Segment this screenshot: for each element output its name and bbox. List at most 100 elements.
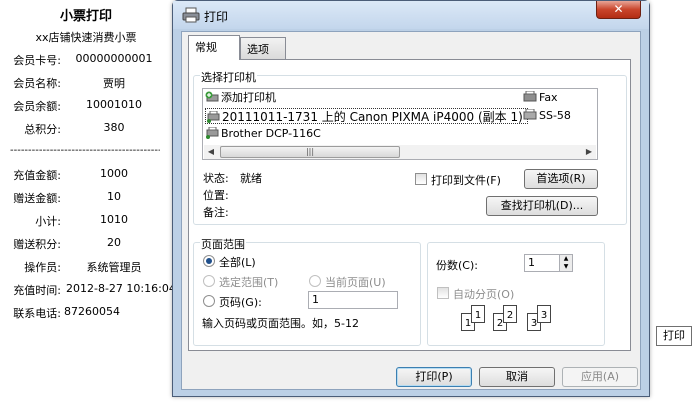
printer-item-fax[interactable]: Fax [523, 90, 558, 106]
select-printer-label: 选择打印机 [200, 69, 257, 85]
external-print-button[interactable]: 打印 [656, 326, 692, 346]
copies-stepper[interactable]: ▲ ▼ [559, 254, 573, 272]
printer-list[interactable]: 添加打印机 20111011-1731 上的 Canon PIXMA iP400… [202, 88, 598, 160]
receipt-label: 赠送金额: [13, 192, 61, 205]
arrow-up-icon[interactable]: ▲ [560, 255, 572, 263]
print-button[interactable]: 打印(P) [396, 367, 472, 387]
pages-input[interactable]: 1 [308, 291, 398, 309]
receipt-row-balance: 会员余额: 10001010 [0, 98, 172, 114]
receipt-row-subtotal: 小计: 1010 [0, 213, 172, 229]
receipt-value: 00000000001 [75, 52, 153, 65]
print-to-file-label: 打印到文件(F) [431, 174, 501, 187]
range-all-radio[interactable] [203, 255, 215, 267]
receipt-row-operator: 操作员: 系统管理员 [0, 259, 172, 275]
receipt-label: 充值时间: [13, 284, 61, 297]
dialog-title: 打印 [204, 10, 229, 24]
cancel-button[interactable]: 取消 [479, 367, 555, 387]
range-current-label: 当前页面(U) [325, 276, 386, 289]
page-range-group: 页面范围 全部(L) 选定范围(T) 当前页面(U) 页码(G): 1 输入页码… [193, 236, 421, 346]
general-tab-panel: 选择打印机 添加打印机 20111011-1731 上的 Canon PIXMA… [188, 59, 631, 351]
add-printer-icon [205, 91, 219, 102]
printer-item-canon[interactable]: 20111011-1731 上的 Canon PIXMA iP4000 (副本 … [205, 108, 528, 124]
receipt-row-name: 会员名称: 贾明 [0, 75, 172, 91]
comment-label: 备注: [203, 206, 229, 219]
receipt-label: 赠送积分: [13, 238, 61, 251]
receipt-value: 10001010 [86, 98, 142, 111]
range-current-radio[interactable] [309, 275, 321, 287]
collate-label: 自动分页(O) [453, 288, 515, 301]
scroll-right-icon[interactable]: ▶ [584, 147, 594, 157]
receipt-row-card: 会员卡号: 00000000001 [0, 52, 172, 68]
range-pages-label: 页码(G): [219, 296, 262, 309]
fax-icon [523, 91, 537, 102]
receipt-label: 联系电话: [13, 307, 61, 320]
printer-name: 20111011-1731 上的 Canon PIXMA iP4000 (副本 … [222, 110, 523, 124]
receipt-value: 1010 [100, 213, 128, 226]
tab-label: 常规 [195, 41, 217, 54]
receipt-row-points: 总积分: 380 [0, 121, 172, 137]
page-range-label: 页面范围 [200, 236, 246, 252]
range-hint: 输入页码或页面范围。如，5-12 [202, 317, 359, 330]
receipt-label: 操作员: [24, 261, 61, 274]
network-printer-icon [207, 111, 220, 123]
receipt-row-recharge: 充值金额: 1000 [0, 167, 172, 183]
receipt-label: 会员余额: [13, 100, 61, 113]
dialog-titlebar[interactable]: 打印 ✕ [173, 1, 649, 29]
tab-label: 选项 [247, 43, 269, 56]
scrollbar-thumb[interactable]: ||| [220, 146, 400, 158]
receipt-value: 贾明 [103, 77, 125, 90]
close-button[interactable]: ✕ [596, 1, 641, 19]
printer-icon [523, 109, 537, 120]
receipt-value: 87260054 [64, 305, 120, 318]
receipt-label: 总积分: [24, 123, 61, 136]
receipt-label: 充值金额: [13, 169, 61, 182]
receipt-title: 小票打印 [59, 9, 112, 24]
status-value: 就绪 [240, 172, 262, 185]
receipt-divider: ----------------------------------------… [10, 145, 160, 156]
print-dialog: 打印 ✕ 常规 选项 选择打印机 添加打印机 20111011-1731 上的 … [172, 0, 650, 397]
printer-name: Fax [539, 91, 558, 104]
tab-options[interactable]: 选项 [240, 37, 286, 59]
receipt-row-bonus: 赠送金额: 10 [0, 190, 172, 206]
receipt-label: 小计: [35, 215, 61, 228]
close-icon: ✕ [613, 2, 624, 16]
copies-input[interactable]: 1 [524, 254, 560, 272]
printer-icon [182, 7, 200, 23]
receipt-value: 系统管理员 [86, 261, 142, 274]
printer-list-scrollbar[interactable]: ◀ ||| ▶ [204, 145, 596, 159]
printer-item-brother[interactable]: Brother DCP-116C [205, 126, 321, 142]
apply-button[interactable]: 应用(A) [562, 367, 638, 387]
collate-page: 3 [537, 305, 551, 323]
range-selection-label: 选定范围(T) [219, 276, 279, 289]
printer-item-add[interactable]: 添加打印机 [205, 90, 276, 106]
scroll-left-icon[interactable]: ◀ [206, 147, 216, 157]
range-pages-radio[interactable] [203, 295, 215, 307]
range-selection-radio[interactable] [203, 275, 215, 287]
printer-name: SS-58 [539, 109, 571, 122]
receipt-label: 会员名称: [13, 77, 61, 90]
receipt-value: 20 [107, 236, 121, 249]
collate-checkbox[interactable] [437, 287, 449, 299]
printer-icon [206, 127, 219, 139]
find-printer-button[interactable]: 查找打印机(D)... [486, 196, 598, 216]
collate-page: 2 [503, 305, 517, 323]
dialog-client: 常规 选项 选择打印机 添加打印机 20111011-1731 上的 Canon… [181, 31, 641, 390]
receipt-subtitle: xx店铺快速消费小票 [35, 31, 137, 44]
printer-name: 添加打印机 [221, 91, 276, 104]
receipt-preview: 小票打印 xx店铺快速消费小票 会员卡号: 00000000001 会员名称: … [0, 0, 176, 402]
collate-illustration: 1 1 2 2 3 3 [457, 301, 557, 337]
print-to-file-checkbox[interactable] [415, 173, 427, 185]
status-label: 状态: [203, 172, 229, 185]
range-all-label: 全部(L) [219, 256, 256, 269]
receipt-row-phone: 联系电话: 87260054 [0, 305, 172, 321]
tab-general[interactable]: 常规 [188, 35, 240, 60]
preferences-button[interactable]: 首选项(R) [524, 169, 598, 189]
receipt-row-bonus-points: 赠送积分: 20 [0, 236, 172, 252]
location-label: 位置: [203, 189, 229, 202]
arrow-down-icon[interactable]: ▼ [560, 263, 572, 271]
receipt-label: 会员卡号: [13, 54, 61, 67]
printer-item-ss58[interactable]: SS-58 [523, 108, 571, 124]
copies-label: 份数(C): [436, 259, 478, 272]
receipt-value: 2012-8-27 10:16:04 [66, 282, 176, 295]
receipt-value: 10 [107, 190, 121, 203]
